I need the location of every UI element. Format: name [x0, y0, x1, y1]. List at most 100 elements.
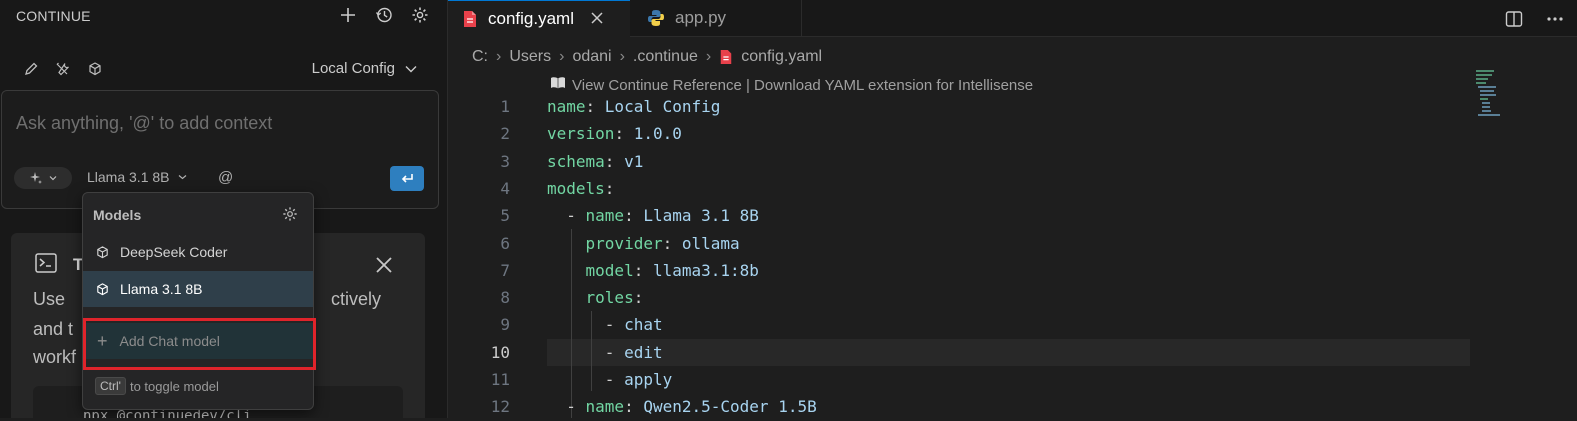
code-line[interactable]: 6 provider: ollama [448, 231, 1577, 258]
send-button[interactable] [390, 166, 424, 191]
code-text: provider: ollama [547, 234, 740, 253]
history-button[interactable] [373, 4, 395, 26]
yaml-key: model [585, 260, 634, 280]
close-card-button[interactable] [375, 253, 393, 281]
code-line[interactable]: 8 roles: [448, 285, 1577, 312]
model-option-label: Llama 3.1 8B [120, 281, 203, 297]
code-text: - name: Qwen2.5-Coder 1.5B [547, 397, 816, 417]
blocks-button[interactable] [84, 58, 106, 80]
tab-app-py[interactable]: app.py [631, 0, 802, 36]
tab-config-yaml[interactable]: config.yaml [448, 0, 630, 37]
code-line[interactable]: 9 - chat [448, 312, 1577, 339]
more-actions-button[interactable] [1547, 4, 1563, 27]
keyboard-shortcut: Ctrl' [95, 377, 126, 395]
line-number: 9 [500, 315, 510, 335]
card-text-line: and t [33, 319, 74, 339]
yaml-value: chat [624, 315, 663, 335]
code-line[interactable]: 12 - name: Qwen2.5-Coder 1.5B [448, 394, 1577, 421]
split-editor-icon [1505, 11, 1523, 27]
code-line[interactable]: 7 model: llama3.1:8b [448, 258, 1577, 285]
yaml-colon: : [624, 397, 644, 417]
add-chat-model-label: Add Chat model [119, 333, 220, 349]
model-selector-label: Llama 3.1 8B [87, 169, 170, 185]
mode-selector[interactable] [14, 167, 72, 189]
model-selector[interactable]: Llama 3.1 8B [87, 169, 187, 185]
code-line[interactable]: 11 - apply [448, 367, 1577, 394]
line-number: 3 [500, 151, 510, 171]
code-text: - name: Llama 3.1 8B [547, 206, 759, 225]
codelens-text[interactable]: View Continue Reference | Download YAML … [572, 77, 1033, 94]
toolbar [20, 58, 106, 80]
line-number: 1 [500, 97, 510, 116]
code-indent: - [547, 315, 625, 335]
minimap-line [1480, 94, 1496, 96]
models-settings-button[interactable] [279, 203, 301, 225]
line-number: 8 [500, 288, 510, 308]
yaml-colon: : [614, 124, 634, 144]
yaml-value: apply [624, 370, 673, 389]
tools-button[interactable] [52, 58, 74, 80]
line-number: 6 [500, 233, 510, 253]
yaml-value: 1.0.0 [633, 124, 682, 144]
edit-mode-button[interactable] [20, 58, 42, 80]
codelens[interactable]: View Continue Reference | Download YAML … [550, 76, 1033, 94]
add-chat-model-button[interactable]: + Add Chat model [83, 323, 313, 359]
code-line[interactable]: 5 - name: Llama 3.1 8B [448, 203, 1577, 230]
editor-tabs: config.yaml app.py [448, 0, 1577, 37]
code-text: version: 1.0.0 [547, 124, 682, 143]
breadcrumb-item[interactable]: config.yaml [741, 48, 822, 66]
minimap-line [1482, 106, 1490, 108]
code-line[interactable]: 2 version: 1.0.0 [448, 121, 1577, 148]
line-number: 5 [500, 206, 510, 226]
minimap[interactable] [1476, 70, 1516, 124]
yaml-value: Llama 3.1 8B [643, 206, 759, 226]
tab-label: app.py [675, 8, 727, 27]
panel-actions [337, 4, 431, 26]
model-option-label: DeepSeek Coder [120, 244, 228, 260]
yaml-key: name [585, 397, 625, 417]
card-text-line: workf [33, 347, 77, 367]
cube-icon [89, 62, 101, 76]
code-text: - apply [547, 370, 672, 389]
yaml-key: roles [585, 288, 634, 308]
split-editor-button[interactable] [1503, 8, 1525, 30]
breadcrumb-item[interactable]: .continue [633, 48, 698, 66]
breadcrumb-item[interactable]: odani [572, 48, 611, 66]
breadcrumb-item[interactable]: C: [472, 48, 488, 66]
config-selector-label: Local Config [311, 60, 395, 77]
chevron-right-icon: › [559, 48, 565, 65]
code-line[interactable]: 4 models: [448, 176, 1577, 203]
minimap-line [1482, 102, 1490, 104]
add-context-button[interactable]: @ [218, 169, 233, 186]
sparkle-icon [30, 172, 42, 184]
new-session-button[interactable] [337, 4, 359, 26]
code-line[interactable]: 1 name: Local Config [448, 94, 1577, 121]
terminal-icon [35, 253, 57, 278]
book-icon [550, 76, 566, 94]
plus-icon: + [97, 330, 108, 351]
model-option-deepseek-coder[interactable]: DeepSeek Coder [83, 234, 313, 270]
code-indent: - [547, 342, 625, 362]
yaml-key: schema [547, 151, 605, 171]
code-text: - edit [547, 343, 663, 362]
model-option-llama-3-1-8b[interactable]: Llama 3.1 8B [83, 271, 313, 307]
yaml-colon: : [585, 97, 605, 116]
config-selector[interactable]: Local Config [312, 60, 417, 77]
panel-title: CONTINUE [16, 8, 91, 24]
tools-icon [56, 62, 69, 76]
card-text-line: Use [33, 289, 66, 309]
minimap-line [1476, 82, 1486, 84]
toggle-hint: Ctrl' to toggle model [95, 377, 219, 395]
line-number: 12 [490, 397, 510, 417]
chevron-down-icon [405, 65, 417, 72]
settings-button[interactable] [409, 4, 431, 26]
code-line[interactable]: 10 - edit [448, 340, 1577, 367]
breadcrumb-item[interactable]: Users [509, 48, 551, 66]
close-tab-button[interactable] [590, 8, 604, 31]
yaml-key: name [547, 97, 586, 116]
card-text-line: ctively [331, 289, 382, 309]
minimap-line [1476, 70, 1494, 72]
yaml-value: llama3.1:8b [652, 260, 759, 280]
code-indent: - [547, 370, 625, 389]
code-line[interactable]: 3 schema: v1 [448, 149, 1577, 176]
